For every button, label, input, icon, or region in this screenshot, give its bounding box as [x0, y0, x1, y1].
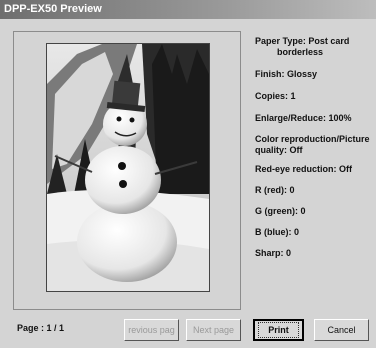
paper-type-label: Paper Type: Post card: [255, 36, 350, 46]
color-reproduction-info: Color reproduction/Picture quality: Off: [255, 134, 370, 156]
redeye-info: Red-eye reduction: Off: [255, 164, 353, 174]
title-bar: DPP-EX50 Preview: [0, 0, 376, 19]
sharp-info: Sharp: 0: [255, 248, 292, 258]
window-title: DPP-EX50 Preview: [4, 3, 102, 15]
page-indicator: Page : 1 / 1: [17, 323, 65, 333]
paper-type-info: Paper Type: Post card borderless: [255, 36, 349, 58]
print-button-label: Print: [258, 322, 299, 338]
red-value-info: R (red): 0: [255, 185, 295, 195]
snowman-photo-image: [47, 44, 209, 291]
previous-page-button[interactable]: revious pag: [124, 319, 179, 341]
preview-photo: [46, 43, 210, 292]
finish-info: Finish: Glossy: [255, 69, 318, 79]
enlarge-info: Enlarge/Reduce: 100%: [255, 113, 352, 123]
color-repro-line2: quality: Off: [255, 145, 303, 155]
next-page-button[interactable]: Next page: [186, 319, 241, 341]
cancel-button[interactable]: Cancel: [314, 319, 369, 341]
green-value-info: G (green): 0: [255, 206, 306, 216]
color-repro-line1: Color reproduction/Picture: [255, 134, 370, 144]
paper-type-value: borderless: [277, 47, 324, 57]
copies-info: Copies: 1: [255, 91, 296, 101]
print-button[interactable]: Print: [253, 319, 304, 341]
blue-value-info: B (blue): 0: [255, 227, 299, 237]
